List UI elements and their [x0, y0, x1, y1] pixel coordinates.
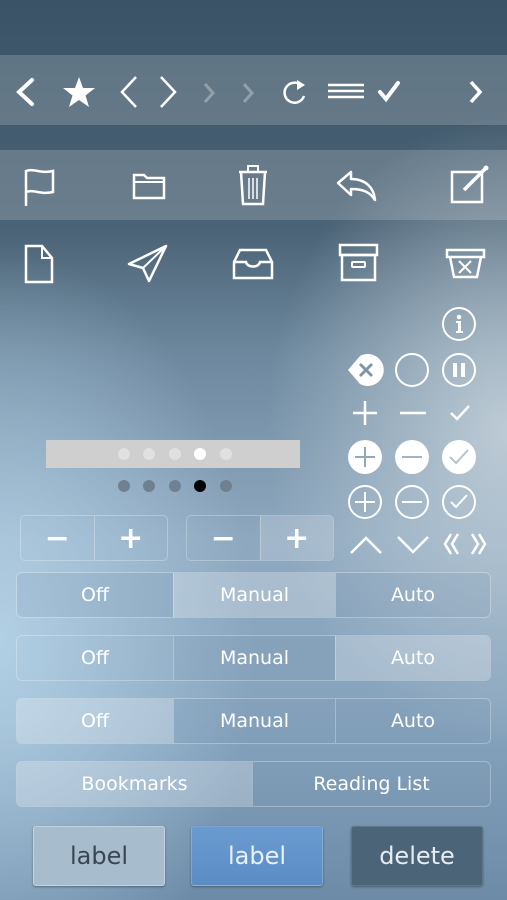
- segment-manual[interactable]: Manual: [173, 699, 335, 743]
- minus-icon[interactable]: [400, 411, 426, 415]
- delete-box-icon[interactable]: [445, 248, 486, 279]
- reply-icon[interactable]: [336, 170, 378, 202]
- segment-off[interactable]: Off: [17, 573, 173, 617]
- chevron-left-thin-icon[interactable]: [119, 75, 139, 109]
- page-control-light: [46, 440, 300, 468]
- chevron-right-faded-icon[interactable]: [241, 82, 255, 104]
- chevron-right-icon[interactable]: [468, 80, 484, 104]
- check-filled-icon[interactable]: [442, 440, 476, 474]
- segment-auto[interactable]: Auto: [335, 573, 490, 617]
- plus-icon[interactable]: [352, 400, 378, 426]
- page-dot[interactable]: [118, 480, 130, 492]
- refresh-icon[interactable]: [283, 78, 309, 106]
- page-dot[interactable]: [169, 480, 181, 492]
- minus-outline-icon[interactable]: [395, 485, 429, 519]
- inbox-tray-icon[interactable]: [232, 248, 274, 280]
- page-dot[interactable]: [118, 448, 130, 460]
- segment-auto[interactable]: Auto: [335, 636, 490, 680]
- stepper-plus-button[interactable]: +: [93, 516, 168, 560]
- clear-tag-icon[interactable]: [346, 353, 384, 387]
- hamburger-menu-icon[interactable]: [328, 82, 364, 100]
- segment-off[interactable]: Off: [17, 699, 173, 743]
- segment-manual[interactable]: Manual: [173, 573, 335, 617]
- page-dot-active[interactable]: [194, 448, 206, 460]
- page-dot[interactable]: [220, 448, 232, 460]
- double-chevrons-icon[interactable]: [443, 532, 487, 556]
- document-icon[interactable]: [24, 244, 54, 284]
- page-dot[interactable]: [220, 480, 232, 492]
- archive-box-icon[interactable]: [338, 243, 379, 282]
- page-dot[interactable]: [143, 480, 155, 492]
- chevron-right-thin-icon[interactable]: [158, 75, 178, 109]
- stepper-plus-button[interactable]: +: [259, 516, 333, 560]
- check-icon[interactable]: [449, 404, 471, 422]
- chevron-right-faded-icon[interactable]: [202, 82, 216, 104]
- stepper-minus-button[interactable]: −: [187, 516, 260, 560]
- send-icon[interactable]: [127, 244, 169, 284]
- delete-button[interactable]: delete: [351, 826, 483, 886]
- stepper: − +: [20, 515, 168, 561]
- label-button-blue[interactable]: label: [191, 826, 323, 886]
- tab-reading-list[interactable]: Reading List: [252, 762, 490, 806]
- compose-icon[interactable]: [450, 164, 491, 204]
- segment-manual[interactable]: Manual: [173, 636, 335, 680]
- plus-filled-icon[interactable]: [348, 440, 382, 474]
- page-dot-active[interactable]: [194, 480, 206, 492]
- star-icon[interactable]: [62, 76, 96, 108]
- label-button-light[interactable]: label: [33, 826, 165, 886]
- tab-bookmarks[interactable]: Bookmarks: [17, 762, 252, 806]
- empty-circle-icon[interactable]: [395, 353, 429, 387]
- segmented-control-auto: Off Manual Auto: [16, 635, 491, 681]
- page-control-dark: [46, 480, 300, 494]
- page-dot[interactable]: [169, 448, 181, 460]
- flag-icon[interactable]: [24, 168, 56, 208]
- plus-outline-icon[interactable]: [348, 485, 382, 519]
- info-icon[interactable]: [442, 307, 476, 341]
- check-outline-icon[interactable]: [442, 485, 476, 519]
- segment-auto[interactable]: Auto: [335, 699, 490, 743]
- checkmark-icon[interactable]: [377, 79, 401, 103]
- segmented-control-off: Off Manual Auto: [16, 698, 491, 744]
- chevron-left-icon[interactable]: [14, 77, 36, 107]
- stepper-minus-button[interactable]: −: [21, 516, 94, 560]
- chevron-up-icon[interactable]: [349, 535, 383, 555]
- trash-icon[interactable]: [238, 164, 268, 206]
- segmented-control-manual: Off Manual Auto: [16, 572, 491, 618]
- chevron-down-icon[interactable]: [396, 535, 430, 555]
- pause-icon[interactable]: [442, 353, 476, 387]
- page-dot[interactable]: [143, 448, 155, 460]
- minus-filled-icon[interactable]: [395, 440, 429, 474]
- folder-icon[interactable]: [132, 172, 166, 200]
- bookmarks-segmented-control: Bookmarks Reading List: [16, 761, 491, 807]
- stepper: − +: [186, 515, 334, 561]
- segment-off[interactable]: Off: [17, 636, 173, 680]
